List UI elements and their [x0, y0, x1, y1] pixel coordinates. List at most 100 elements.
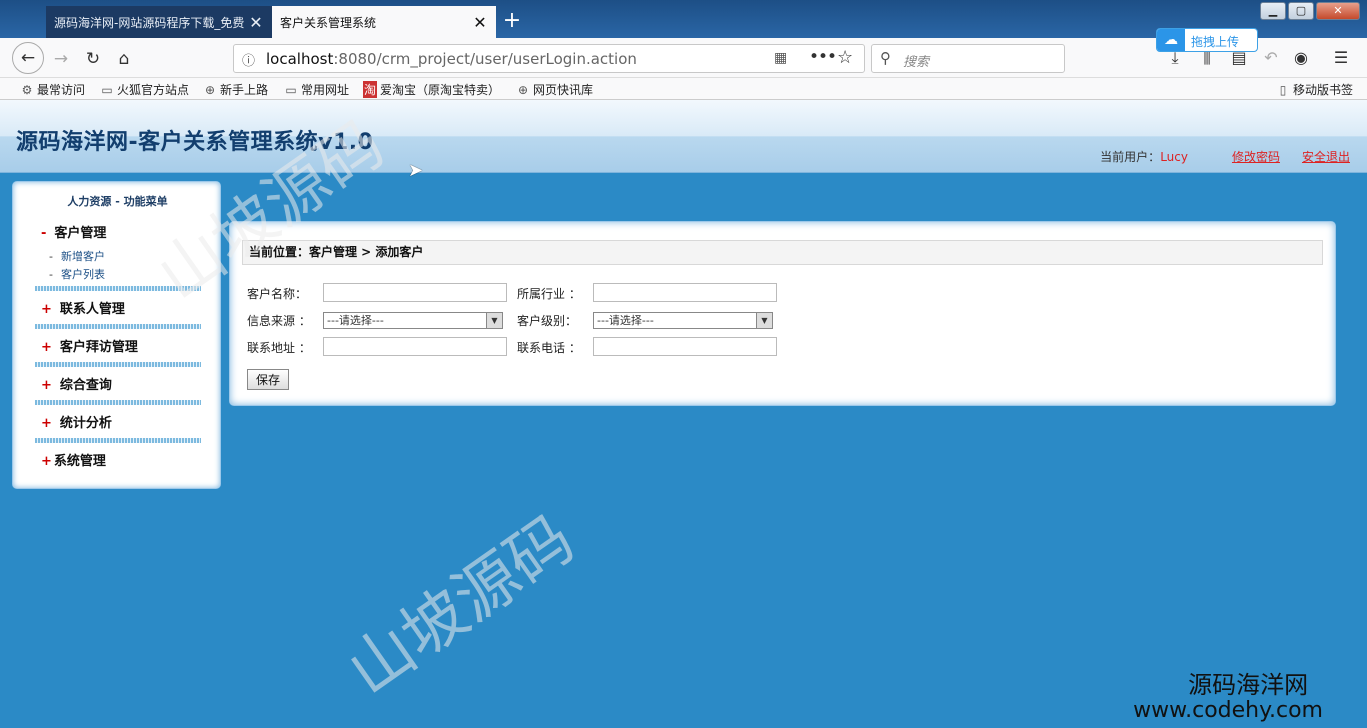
mouse-cursor-icon: ➤	[408, 160, 424, 181]
menu-item-label: 客户列表	[60, 268, 105, 281]
maximize-icon[interactable]: ▢	[1288, 2, 1314, 20]
search-placeholder: 搜索	[903, 55, 930, 70]
expand-icon: +	[41, 454, 52, 469]
close-icon[interactable]: ✕	[248, 13, 264, 32]
bookmark-item[interactable]: ▭ 火狐官方站点	[100, 81, 189, 98]
menu-item-customer-list[interactable]: - 客户列表	[49, 266, 105, 282]
taobao-icon: 淘	[363, 81, 377, 98]
select-value: ---请选择---	[597, 314, 654, 327]
user-info: 当前用户：Lucy 修改密码 安全退出	[1100, 148, 1350, 165]
expand-icon: +	[41, 340, 52, 355]
address-input[interactable]	[323, 337, 507, 356]
menu-group-label: 系统管理	[53, 454, 106, 469]
chevron-down-icon: ▼	[486, 313, 502, 328]
more-dots-icon[interactable]: •••	[809, 47, 837, 67]
menu-group-label: 统计分析	[59, 416, 112, 431]
bookmark-item[interactable]: 淘爱淘宝（原淘宝特卖）	[363, 81, 500, 98]
browser-tab-active[interactable]: 客户关系管理系统 ✕	[272, 6, 496, 38]
page-body: 源码海洋网-客户关系管理系统v1.0 当前用户：Lucy 修改密码 安全退出 人力资…	[0, 100, 1367, 728]
dash-icon: -	[49, 268, 53, 281]
menu-group-label: 联系人管理	[59, 302, 125, 317]
upload-badge[interactable]: ☁ 拖拽上传	[1156, 28, 1258, 52]
menu-group-label: 综合查询	[59, 378, 112, 393]
current-user-label: 当前用户：	[1100, 150, 1161, 164]
menu-divider	[35, 286, 201, 291]
globe-icon: ⊕	[517, 83, 529, 97]
globe-icon: ⊕	[204, 83, 216, 97]
industry-label: 所属行业 ：	[517, 287, 581, 301]
info-icon[interactable]: ⓘ	[242, 50, 255, 69]
sidebar-menu: 人力资源 - 功能菜单 - 客户管理 - 新增客户 - 客户列表 + 联系人管理 + 客户…	[12, 181, 221, 489]
logout-link[interactable]: 安全退出	[1302, 150, 1350, 164]
sidebar-title: 人力资源 - 功能菜单	[67, 195, 168, 208]
bookmark-item[interactable]: ⊕ 网页快讯库	[516, 81, 593, 98]
search-input[interactable]: ⚲ 搜索	[871, 44, 1065, 73]
new-tab-plus-icon[interactable]: +	[500, 8, 524, 36]
expand-icon: +	[41, 416, 52, 431]
tab-title: 客户关系管理系统	[280, 15, 377, 30]
qr-code-icon[interactable]: ▦	[774, 50, 787, 66]
brand-watermark: 源码海洋网 www.codehy.com	[1133, 671, 1323, 724]
menu-group-visits[interactable]: + 客户拜访管理	[41, 336, 138, 355]
minimize-icon[interactable]: ▁	[1260, 2, 1286, 20]
menu-group-statistics[interactable]: + 统计分析	[41, 412, 112, 431]
phone-label: 联系电话 ：	[517, 341, 581, 355]
menu-item-new-customer[interactable]: - 新增客户	[49, 248, 105, 264]
tab-title: 源码海洋网-网站源码程序下载_免费	[54, 15, 245, 30]
customer-name-label: 客户名称：	[247, 287, 308, 301]
collapse-icon: -	[41, 226, 47, 241]
industry-input[interactable]	[593, 283, 777, 302]
expand-icon: +	[41, 302, 52, 317]
folder-icon: ▭	[101, 83, 113, 97]
site-header: 源码海洋网-客户关系管理系统v1.0 当前用户：Lucy 修改密码 安全退出	[0, 100, 1367, 173]
menu-group-customer[interactable]: - 客户管理	[41, 222, 106, 241]
account-icon[interactable]: ◉	[1290, 48, 1312, 70]
save-button[interactable]: 保存	[247, 369, 289, 390]
menu-group-label: 客户管理	[54, 226, 107, 241]
undo-icon[interactable]: ↶	[1260, 48, 1282, 70]
home-icon[interactable]: ⌂	[111, 46, 137, 72]
source-select[interactable]: ---请选择--- ▼	[323, 312, 503, 329]
url-text[interactable]: localhost:8080/crm_project/user/userLogi…	[266, 50, 637, 68]
brand-url: www.codehy.com	[1133, 698, 1323, 723]
cloud-icon: ☁	[1157, 29, 1185, 51]
site-title: 源码海洋网-客户关系管理系统v1.0	[16, 130, 374, 155]
mobile-bookmarks[interactable]: ▯ 移动版书签	[1276, 81, 1353, 98]
bookmark-star-icon[interactable]: ☆	[837, 47, 853, 68]
forward-arrow-icon[interactable]: →	[48, 46, 74, 72]
main-content-panel: 当前位置：客户管理 > 添加客户 客户名称： 所属行业 ： 信息来源 ： ---…	[229, 221, 1336, 406]
source-label: 信息来源 ：	[247, 314, 311, 328]
breadcrumb: 当前位置：客户管理 > 添加客户	[242, 240, 1323, 265]
menu-divider	[35, 324, 201, 329]
menu-group-contacts[interactable]: + 联系人管理	[41, 298, 125, 317]
bookmark-item[interactable]: ▭ 常用网址	[284, 81, 349, 98]
browser-tab[interactable]: 源码海洋网-网站源码程序下载_免费 ✕	[46, 6, 272, 38]
back-arrow-icon[interactable]: ←	[12, 42, 44, 74]
menu-group-label: 客户拜访管理	[59, 340, 138, 355]
menu-divider	[35, 400, 201, 405]
phone-icon: ▯	[1279, 83, 1287, 97]
upload-label: 拖拽上传	[1191, 35, 1240, 49]
chevron-down-icon: ▼	[756, 313, 772, 328]
search-icon: ⚲	[880, 49, 891, 67]
close-icon[interactable]: ✕	[472, 13, 488, 32]
bookmark-item[interactable]: ⊕ 新手上路	[203, 81, 268, 98]
level-select[interactable]: ---请选择--- ▼	[593, 312, 773, 329]
menu-icon[interactable]: ☰	[1330, 48, 1352, 70]
address-bar[interactable]: ⓘ localhost:8080/crm_project/user/userLo…	[233, 44, 865, 73]
change-password-link[interactable]: 修改密码	[1232, 150, 1280, 164]
bookmarks-bar: ⚙ 最常访问 ▭ 火狐官方站点 ⊕ 新手上路 ▭ 常用网址 淘爱淘宝（原淘宝特卖） ⊕ 网…	[0, 78, 1367, 100]
customer-name-input[interactable]	[323, 283, 507, 302]
bookmark-item[interactable]: ⚙ 最常访问	[20, 81, 85, 98]
address-label: 联系地址 ：	[247, 341, 311, 355]
brand-name: 源码海洋网	[1188, 671, 1309, 699]
menu-group-query[interactable]: + 综合查询	[41, 374, 112, 393]
menu-group-system[interactable]: + 系统管理	[41, 450, 106, 469]
gear-icon: ⚙	[21, 83, 33, 97]
dash-icon: -	[49, 250, 53, 263]
phone-input[interactable]	[593, 337, 777, 356]
menu-divider	[35, 438, 201, 443]
window-close-icon[interactable]: ✕	[1316, 2, 1360, 20]
menu-divider	[35, 362, 201, 367]
reload-icon[interactable]: ↻	[80, 46, 106, 72]
